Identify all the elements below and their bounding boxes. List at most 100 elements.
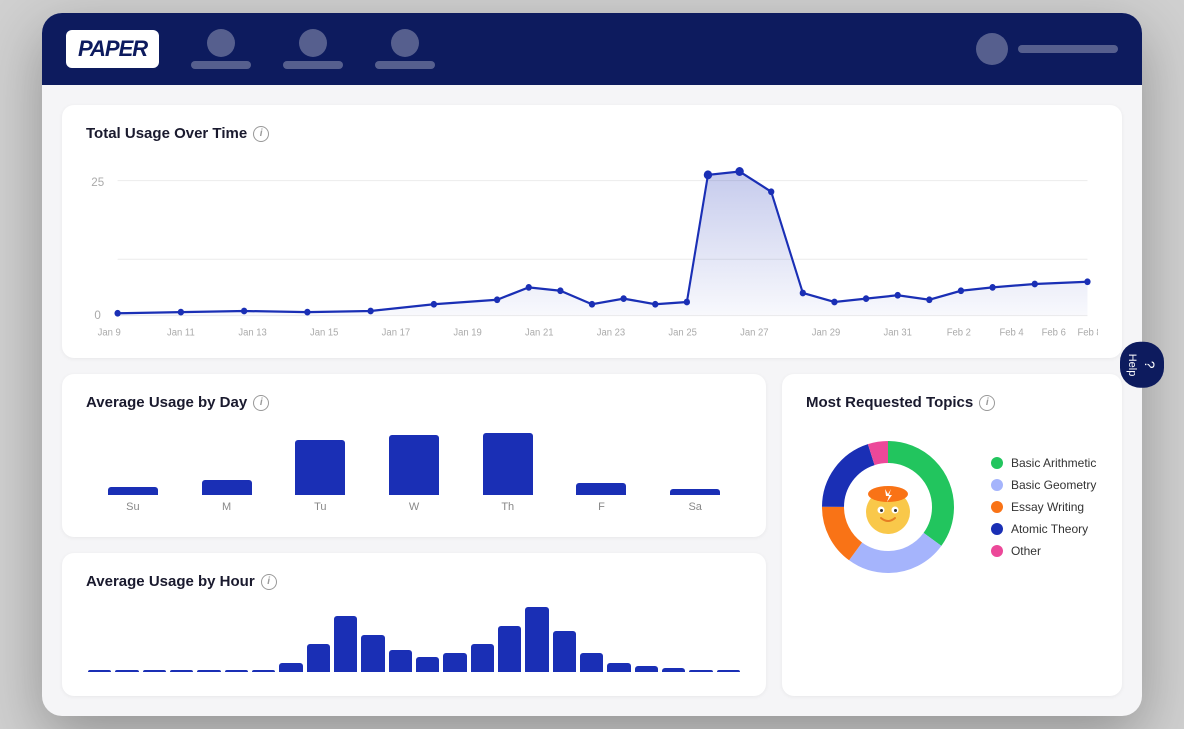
total-usage-svg: 25 0 bbox=[86, 158, 1098, 338]
legend-item: Basic Arithmetic bbox=[991, 456, 1096, 470]
svg-text:Jan 17: Jan 17 bbox=[382, 327, 410, 338]
nav-right-bar bbox=[1018, 45, 1118, 53]
svg-text:Jan 21: Jan 21 bbox=[525, 327, 553, 338]
legend-label: Basic Arithmetic bbox=[1011, 456, 1096, 470]
svg-text:Jan 15: Jan 15 bbox=[310, 327, 339, 338]
total-usage-chart: 25 0 bbox=[86, 158, 1098, 338]
legend-label: Other bbox=[1011, 544, 1041, 558]
svg-text:Jan 29: Jan 29 bbox=[812, 327, 840, 338]
navbar: PAPER bbox=[42, 13, 1142, 85]
hour-bar bbox=[635, 666, 658, 672]
hour-bar bbox=[143, 670, 166, 672]
hour-bar bbox=[389, 650, 412, 672]
day-label: W bbox=[409, 501, 419, 513]
avg-by-day-card: Average Usage by Day i SuMTuWThFSa bbox=[62, 374, 766, 537]
hour-bar bbox=[471, 644, 494, 672]
day-col: Su bbox=[86, 487, 180, 513]
total-usage-card: Total Usage Over Time i 25 0 bbox=[62, 105, 1122, 358]
bottom-row: Average Usage by Day i SuMTuWThFSa Avera… bbox=[62, 374, 1122, 696]
hour-bar bbox=[170, 670, 193, 672]
legend: Basic Arithmetic Basic Geometry Essay Writ… bbox=[991, 456, 1096, 558]
nav-avatar-3 bbox=[391, 29, 419, 57]
svg-text:Jan 31: Jan 31 bbox=[883, 327, 911, 338]
legend-dot bbox=[991, 479, 1003, 491]
help-button[interactable]: ? Help bbox=[1120, 341, 1164, 388]
svg-text:Feb 6: Feb 6 bbox=[1042, 327, 1067, 338]
svg-text:Jan 9: Jan 9 bbox=[98, 327, 121, 338]
nav-item-3[interactable] bbox=[375, 29, 435, 69]
most-requested-card: Most Requested Topics i bbox=[782, 374, 1122, 696]
svg-text:Jan 13: Jan 13 bbox=[238, 327, 267, 338]
nav-items bbox=[191, 29, 944, 69]
avg-by-hour-chart bbox=[86, 606, 742, 676]
svg-text:Feb 4: Feb 4 bbox=[999, 327, 1024, 338]
hour-bar bbox=[498, 626, 521, 672]
mascot-image bbox=[853, 472, 923, 542]
hour-bar bbox=[580, 653, 603, 672]
most-requested-title: Most Requested Topics i bbox=[806, 394, 1098, 411]
svg-text:25: 25 bbox=[91, 175, 104, 189]
hour-bar bbox=[279, 663, 302, 672]
legend-item: Other bbox=[991, 544, 1096, 558]
avg-by-day-chart: SuMTuWThFSa bbox=[86, 427, 742, 517]
svg-text:Jan 23: Jan 23 bbox=[597, 327, 626, 338]
day-bar bbox=[389, 435, 439, 495]
legend-item: Basic Geometry bbox=[991, 478, 1096, 492]
svg-text:0: 0 bbox=[94, 308, 101, 322]
legend-item: Essay Writing bbox=[991, 500, 1096, 514]
nav-label-bar-1 bbox=[191, 61, 251, 69]
day-label: F bbox=[598, 501, 605, 513]
avg-by-hour-title: Average Usage by Hour i bbox=[86, 573, 742, 590]
nav-item-1[interactable] bbox=[191, 29, 251, 69]
svg-text:Feb 8: Feb 8 bbox=[1077, 327, 1098, 338]
hour-bar bbox=[416, 657, 439, 672]
day-col: Th bbox=[461, 433, 555, 513]
hour-bar bbox=[662, 668, 685, 672]
nav-label-bar-2 bbox=[283, 61, 343, 69]
day-col: F bbox=[555, 483, 649, 513]
hour-bar bbox=[553, 631, 576, 672]
day-bar bbox=[202, 480, 252, 495]
legend-dot bbox=[991, 501, 1003, 513]
avg-by-day-title: Average Usage by Day i bbox=[86, 394, 742, 411]
hour-bar bbox=[525, 607, 548, 672]
legend-dot bbox=[991, 457, 1003, 469]
hour-bar bbox=[607, 663, 630, 672]
logo[interactable]: PAPER bbox=[66, 30, 159, 68]
day-bar bbox=[295, 440, 345, 495]
day-col: Sa bbox=[648, 489, 742, 513]
donut-section: Basic Arithmetic Basic Geometry Essay Writ… bbox=[806, 427, 1098, 587]
day-col: Tu bbox=[273, 440, 367, 513]
day-bar bbox=[483, 433, 533, 495]
day-bar bbox=[576, 483, 626, 495]
legend-dot bbox=[991, 523, 1003, 535]
most-requested-info-icon[interactable]: i bbox=[979, 395, 995, 411]
hour-bar bbox=[689, 670, 712, 672]
avg-by-hour-card: Average Usage by Hour i bbox=[62, 553, 766, 696]
day-label: Tu bbox=[314, 501, 326, 513]
hour-bar bbox=[197, 670, 220, 672]
svg-text:Jan 11: Jan 11 bbox=[167, 327, 195, 338]
nav-right bbox=[976, 33, 1118, 65]
day-bar bbox=[108, 487, 158, 495]
nav-item-2[interactable] bbox=[283, 29, 343, 69]
hour-bar bbox=[334, 616, 357, 672]
donut-chart bbox=[808, 427, 968, 587]
hour-bar bbox=[717, 670, 740, 672]
nav-right-avatar bbox=[976, 33, 1008, 65]
hour-bar bbox=[225, 670, 248, 672]
avg-by-day-info-icon[interactable]: i bbox=[253, 395, 269, 411]
day-label: Sa bbox=[688, 501, 701, 513]
hour-bar bbox=[252, 670, 275, 672]
hour-bar bbox=[88, 670, 111, 672]
total-usage-info-icon[interactable]: i bbox=[253, 126, 269, 142]
legend-dot bbox=[991, 545, 1003, 557]
avg-by-hour-info-icon[interactable]: i bbox=[261, 574, 277, 590]
hour-bar bbox=[307, 644, 330, 672]
day-bar bbox=[670, 489, 720, 495]
hour-bar bbox=[115, 670, 138, 672]
day-col: W bbox=[367, 435, 461, 513]
day-label: Su bbox=[126, 501, 139, 513]
svg-text:Jan 27: Jan 27 bbox=[740, 327, 768, 338]
svg-text:Jan 19: Jan 19 bbox=[453, 327, 481, 338]
